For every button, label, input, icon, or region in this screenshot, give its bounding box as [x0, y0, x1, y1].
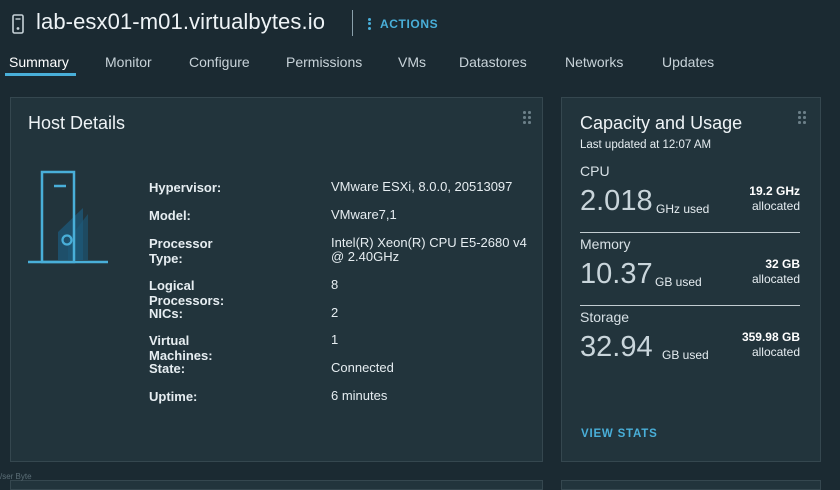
memory-usage-divider — [580, 305, 800, 306]
memory-allocated-label: allocated — [751, 272, 800, 286]
nics-label: NICs: — [149, 306, 183, 321]
view-stats-link[interactable]: VIEW STATS — [581, 428, 658, 440]
capacity-title: Capacity and Usage — [580, 113, 743, 133]
cpu-allocated-label: allocated — [751, 199, 800, 213]
virtual-machines-label: Virtual Machines: — [149, 333, 213, 363]
tab-permissions[interactable]: Permissions — [286, 54, 362, 70]
tab-bar: Summary Monitor Configure Permissions VM… — [0, 50, 840, 78]
model-label: Model: — [149, 208, 191, 223]
memory-used-unit: GB used — [655, 275, 702, 289]
cpu-label: CPU — [580, 163, 610, 179]
capacity-usage-card: Capacity and Usage Last updated at 12:07… — [561, 97, 821, 462]
drag-handle-icon[interactable] — [798, 111, 806, 125]
virtual-machines-value: 1 — [331, 332, 339, 347]
vertical-ellipsis-icon — [368, 16, 371, 31]
storage-label: Storage — [580, 309, 630, 325]
state-value: Connected — [331, 360, 394, 375]
server-illustration-icon — [28, 170, 108, 264]
last-updated-text: Last updated at 12:07 AM — [580, 139, 712, 151]
tab-networks[interactable]: Networks — [565, 54, 623, 70]
uptime-value: 6 minutes — [331, 388, 388, 403]
cpu-allocated-value: 19.2 GHz — [749, 184, 800, 198]
next-card-right — [561, 480, 821, 490]
footer-fragment-text: /ser Byte — [0, 472, 32, 481]
memory-label: Memory — [580, 236, 631, 252]
actions-button[interactable]: ACTIONS — [368, 16, 438, 31]
page-header: lab-esx01-m01.virtualbytes.io ACTIONS — [0, 0, 840, 50]
tab-datastores[interactable]: Datastores — [459, 54, 527, 70]
cpu-used-value: 2.018 — [580, 185, 653, 217]
state-label: State: — [149, 361, 186, 376]
nics-value: 2 — [331, 305, 339, 320]
header-divider — [352, 10, 353, 36]
hypervisor-label: Hypervisor: — [149, 180, 222, 195]
tab-configure[interactable]: Configure — [189, 54, 250, 70]
actions-label: ACTIONS — [380, 16, 439, 31]
tab-summary[interactable]: Summary — [9, 54, 69, 70]
host-details-title: Host Details — [28, 113, 126, 133]
storage-used-value: 32.94 — [580, 331, 653, 363]
page-title: lab-esx01-m01.virtualbytes.io — [36, 9, 326, 34]
cpu-used-unit: GHz used — [656, 202, 710, 216]
tab-monitor[interactable]: Monitor — [105, 54, 152, 70]
active-tab-indicator — [5, 73, 76, 76]
host-details-card: Host Details Hypervisor: VMware ESXi, 8.… — [10, 97, 543, 462]
cpu-usage-divider — [580, 232, 800, 233]
storage-allocated-label: allocated — [751, 345, 800, 359]
drag-handle-icon[interactable] — [523, 111, 531, 125]
next-card-left — [10, 480, 543, 490]
memory-used-value: 10.37 — [580, 258, 653, 290]
model-value: VMware7,1 — [331, 207, 397, 222]
uptime-label: Uptime: — [149, 389, 198, 404]
storage-used-unit: GB used — [662, 348, 709, 362]
host-icon — [12, 14, 24, 34]
tab-updates[interactable]: Updates — [662, 54, 714, 70]
hypervisor-value: VMware ESXi, 8.0.0, 20513097 — [331, 179, 513, 194]
memory-allocated-value: 32 GB — [765, 257, 800, 271]
processor-type-value: Intel(R) Xeon(R) CPU E5-2680 v4 @ 2.40GH… — [331, 235, 527, 264]
processor-type-label: Processor Type: — [149, 236, 213, 266]
tab-vms[interactable]: VMs — [398, 54, 426, 70]
logical-processors-label: Logical Processors: — [149, 278, 225, 308]
logical-processors-value: 8 — [331, 277, 339, 292]
storage-allocated-value: 359.98 GB — [741, 330, 800, 344]
